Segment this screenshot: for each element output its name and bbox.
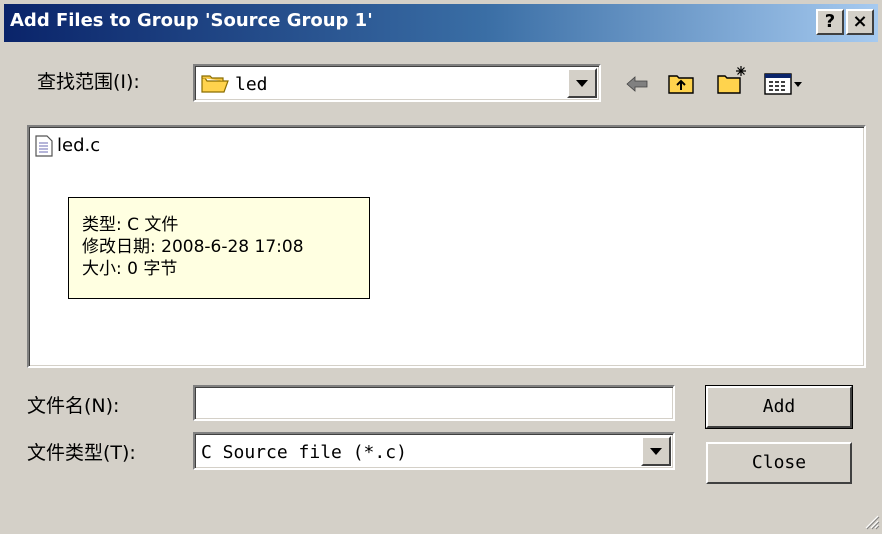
back-arrow-icon[interactable] (625, 74, 649, 98)
close-button[interactable]: Close (706, 442, 852, 484)
close-window-button[interactable]: × (846, 9, 874, 35)
file-info-tooltip: 类型: C 文件 修改日期: 2008-6-28 17:08 大小: 0 字节 (68, 197, 370, 299)
file-name: led.c (57, 135, 101, 156)
help-button[interactable]: ? (816, 9, 844, 35)
look-in-label: 查找范围(I): (37, 71, 140, 93)
chevron-down-icon (576, 80, 588, 87)
tooltip-size: 大小: 0 字节 (82, 259, 178, 279)
up-folder-icon[interactable] (667, 70, 695, 100)
new-folder-icon[interactable] (716, 64, 748, 100)
folder-icon (201, 74, 229, 98)
view-menu-icon[interactable] (764, 72, 804, 100)
tooltip-type: 类型: C 文件 (82, 215, 179, 235)
file-type-combobox[interactable]: C Source file (*.c) (193, 432, 675, 470)
look-in-value: led (235, 74, 268, 95)
file-name-input[interactable] (193, 385, 675, 421)
file-type-value: C Source file (*.c) (201, 442, 407, 463)
file-name-label: 文件名(N): (27, 395, 120, 417)
chevron-down-icon (650, 448, 662, 455)
c-file-icon (35, 135, 53, 161)
resize-grip-icon[interactable] (862, 512, 880, 534)
look-in-combobox[interactable]: led (193, 64, 601, 102)
add-button[interactable]: Add (705, 385, 853, 429)
dialog-title: Add Files to Group 'Source Group 1' (10, 10, 373, 31)
title-bar[interactable]: Add Files to Group 'Source Group 1' ? × (4, 4, 878, 42)
tooltip-modified: 修改日期: 2008-6-28 17:08 (82, 237, 304, 257)
dialog-window: Add Files to Group 'Source Group 1' ? × … (0, 0, 882, 533)
look-in-dropdown-button[interactable] (567, 68, 597, 98)
file-type-label: 文件类型(T): (27, 442, 136, 464)
file-type-dropdown-button[interactable] (641, 436, 671, 466)
